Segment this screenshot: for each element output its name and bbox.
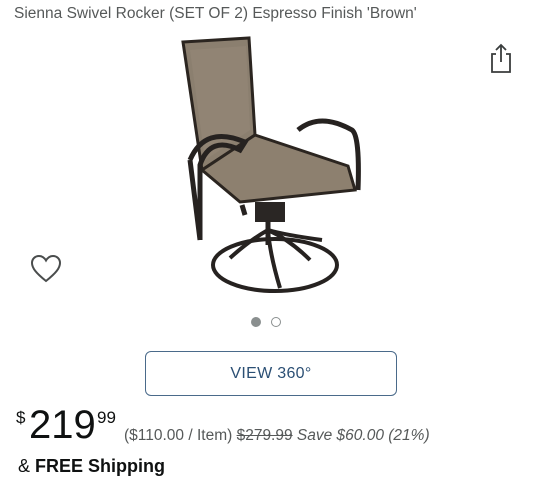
list-price: $279.99 — [236, 427, 293, 444]
product-title: Sienna Swivel Rocker (SET OF 2) Espresso… — [14, 5, 417, 22]
free-shipping-label: FREE Shipping — [35, 456, 166, 476]
view-360-button[interactable]: VIEW 360° — [145, 351, 397, 396]
shipping-info: & FREE Shipping — [18, 456, 165, 477]
price-currency: $ — [16, 408, 26, 427]
price-details: ($110.00 / Item) $279.99 Save $60.00 (21… — [124, 427, 430, 445]
price-whole: 219 — [29, 403, 96, 447]
share-icon[interactable] — [488, 42, 514, 74]
product-image[interactable] — [150, 30, 400, 302]
carousel-indicator — [251, 317, 281, 331]
savings-text: Save $60.00 (21%) — [296, 427, 430, 444]
shipping-prefix: & — [18, 456, 36, 476]
price-fraction: 99 — [97, 408, 116, 427]
carousel-dot[interactable] — [271, 317, 281, 327]
heart-icon[interactable] — [30, 254, 62, 284]
carousel-dot-active[interactable] — [251, 317, 261, 327]
price-block: $ 219 99 ($110.00 / Item) $279.99 Save $… — [16, 402, 536, 452]
per-item-price: ($110.00 / Item) — [124, 427, 233, 444]
